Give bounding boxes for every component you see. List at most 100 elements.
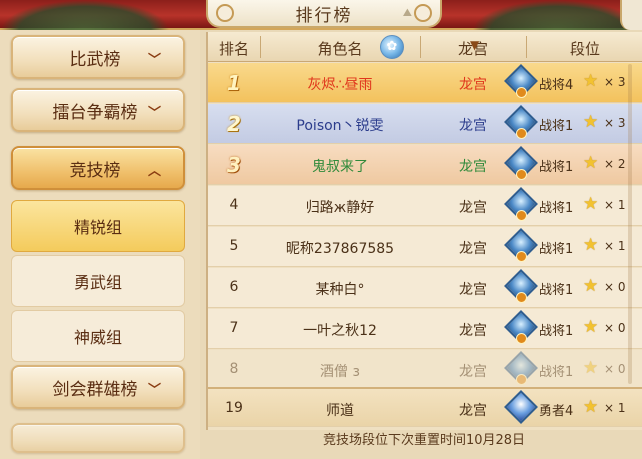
sidebar-item-competition[interactable]: 竞技榜 ︿ xyxy=(11,146,185,190)
rank-number: 5 xyxy=(229,238,239,254)
table-row[interactable]: 6 某种白° 龙宫 战将1 ★ × 0 xyxy=(208,268,642,308)
cloud-ornament-icon xyxy=(216,4,234,22)
player-name: 师道 xyxy=(326,403,354,419)
grade-level-dot xyxy=(516,333,527,344)
star-count: × 1 xyxy=(604,198,626,212)
grade-crystal-icon xyxy=(504,390,538,425)
star-count: × 0 xyxy=(604,280,626,294)
sidebar-item-arena-contest[interactable]: 擂台争霸榜 ﹀ xyxy=(11,88,185,132)
title-plate: 排行榜 ⛰ xyxy=(206,0,442,28)
grade-text: 战将1 xyxy=(539,201,574,216)
star-icon: ★ xyxy=(583,153,599,173)
table-row[interactable]: 4 归路ж静好 龙宫 战将1 ★ × 1 xyxy=(208,186,642,226)
subitem-elite-group[interactable]: 精锐组 xyxy=(11,200,185,252)
header-grade: 段位 xyxy=(569,40,600,58)
grade-text: 勇者4 xyxy=(539,404,574,419)
rank-number: 4 xyxy=(229,197,239,213)
star-count: × 3 xyxy=(604,116,626,130)
rank-number: 7 xyxy=(229,320,239,336)
subitem-divine-group[interactable]: 神威组 xyxy=(11,310,185,362)
grade-text: 战将1 xyxy=(539,160,574,175)
grade-level-dot xyxy=(516,87,527,98)
star-icon: ★ xyxy=(583,317,599,337)
rank-number: 8 xyxy=(229,361,239,377)
player-name: 鬼叔来了 xyxy=(312,159,368,175)
scrollbar[interactable] xyxy=(628,64,632,384)
star-icon: ★ xyxy=(583,276,599,296)
table-row[interactable]: 8 酒僧 з 龙宫 战将1 ★ × 0 xyxy=(208,350,642,390)
rank-medal-icon: 2 xyxy=(227,112,241,136)
grade-badge-icon xyxy=(504,310,538,345)
chevron-down-icon: ﹀ xyxy=(147,383,161,398)
player-name: Poison丶锐雯 xyxy=(296,118,384,134)
grade-badge-icon xyxy=(504,64,538,99)
chevron-down-icon[interactable]: ▼ xyxy=(470,38,479,52)
star-count: × 3 xyxy=(604,75,626,89)
cloud-ornament-icon xyxy=(414,4,432,22)
my-rank-row[interactable]: 19 师道 龙宫 勇者4 ★ × 1 xyxy=(208,387,642,427)
table-row[interactable]: 7 一叶之秋12 龙宫 战将1 ★ × 0 xyxy=(208,309,642,349)
star-icon: ★ xyxy=(583,397,599,417)
grade-text: 战将4 xyxy=(539,78,574,93)
star-icon: ★ xyxy=(583,194,599,214)
sidebar-item-label: 竞技榜 xyxy=(69,160,121,181)
table-row[interactable]: 1 灰烬∴昼雨 龙宫 战将4 ★ × 3 xyxy=(208,63,642,103)
star-count: × 0 xyxy=(604,362,626,376)
table-row[interactable]: 3 鬼叔来了 龙宫 战将1 ★ × 2 xyxy=(208,145,642,185)
star-count: × 2 xyxy=(604,157,626,171)
star-count: × 1 xyxy=(604,401,626,415)
table-row[interactable]: 5 昵称237867585 龙宫 战将1 ★ × 1 xyxy=(208,227,642,267)
grade-level-dot xyxy=(516,128,527,139)
chevron-down-icon: ﹀ xyxy=(147,106,161,121)
star-icon: ★ xyxy=(583,358,599,378)
sidebar-item-label: 比武榜 xyxy=(69,49,121,70)
reset-notice: 竞技场段位下次重置时间10月28日 xyxy=(322,433,526,448)
star-icon: ★ xyxy=(583,71,599,91)
mountain-ornament-icon: ⛰ xyxy=(402,6,412,19)
subitem-brave-group[interactable]: 勇武组 xyxy=(11,255,185,307)
grade-text: 战将1 xyxy=(539,242,574,257)
rank-number: 19 xyxy=(225,400,243,416)
window-title: 排行榜 xyxy=(295,5,353,26)
grade-badge-icon xyxy=(504,351,538,386)
sidebar-item-duel[interactable]: 比武榜 ﹀ xyxy=(11,35,185,79)
ranking-table: 排名 角色名 ✿ 龙宫 ▼ 段位 1 灰烬∴昼雨 龙宫 战将4 ★ × 3 2 Poison丶… xyxy=(206,32,642,430)
table-row[interactable]: 2 Poison丶锐雯 龙宫 战将1 ★ × 3 xyxy=(208,104,642,144)
grade-text: 战将1 xyxy=(539,365,574,380)
sidebar-item-sword-heroes[interactable]: 剑会群雄榜 ﹀ xyxy=(11,365,185,409)
grade-level-dot xyxy=(516,292,527,303)
player-name: 昵称237867585 xyxy=(285,241,395,257)
banner-decoration-right xyxy=(472,0,642,30)
player-name: 一叶之秋12 xyxy=(303,323,377,339)
player-name: 灰烬∴昼雨 xyxy=(307,77,373,93)
grade-level-dot xyxy=(516,251,527,262)
grade-badge-icon xyxy=(504,187,538,222)
player-name: 归路ж静好 xyxy=(305,200,375,216)
player-name: 酒僧 з xyxy=(320,364,360,380)
category-sidebar: 比武榜 ﹀ 擂台争霸榜 ﹀ 竞技榜 ︿ 精锐组 勇武组 神威组 剑会群雄榜 ﹀ xyxy=(0,30,200,459)
grade-text: 战将1 xyxy=(539,119,574,134)
grade-badge-icon xyxy=(504,228,538,263)
grade-level-dot xyxy=(516,210,527,221)
banner-decoration-left xyxy=(0,0,170,30)
chevron-down-icon: ﹀ xyxy=(147,53,161,68)
subitem-label: 神威组 xyxy=(73,328,122,347)
sidebar-item-label: 擂台争霸榜 xyxy=(52,102,138,123)
rank-medal-icon: 1 xyxy=(227,71,241,95)
grade-diamond xyxy=(504,390,538,424)
subitem-label: 精锐组 xyxy=(73,218,122,237)
grade-level-dot xyxy=(516,169,527,180)
close-corner[interactable] xyxy=(620,0,642,30)
player-name: 某种白° xyxy=(315,282,365,298)
sidebar-item-label: 剑会群雄榜 xyxy=(52,379,138,400)
sidebar-item-partial[interactable] xyxy=(11,423,185,453)
star-icon: ★ xyxy=(583,112,599,132)
star-count: × 0 xyxy=(604,321,626,335)
star-count: × 1 xyxy=(604,239,626,253)
dragon-faction-icon: ✿ xyxy=(380,35,404,59)
rank-number: 6 xyxy=(229,279,239,295)
rank-medal-icon: 3 xyxy=(227,153,241,177)
grade-badge-icon xyxy=(504,146,538,181)
subitem-label: 勇武组 xyxy=(73,273,122,292)
header-rank: 排名 xyxy=(218,40,249,58)
